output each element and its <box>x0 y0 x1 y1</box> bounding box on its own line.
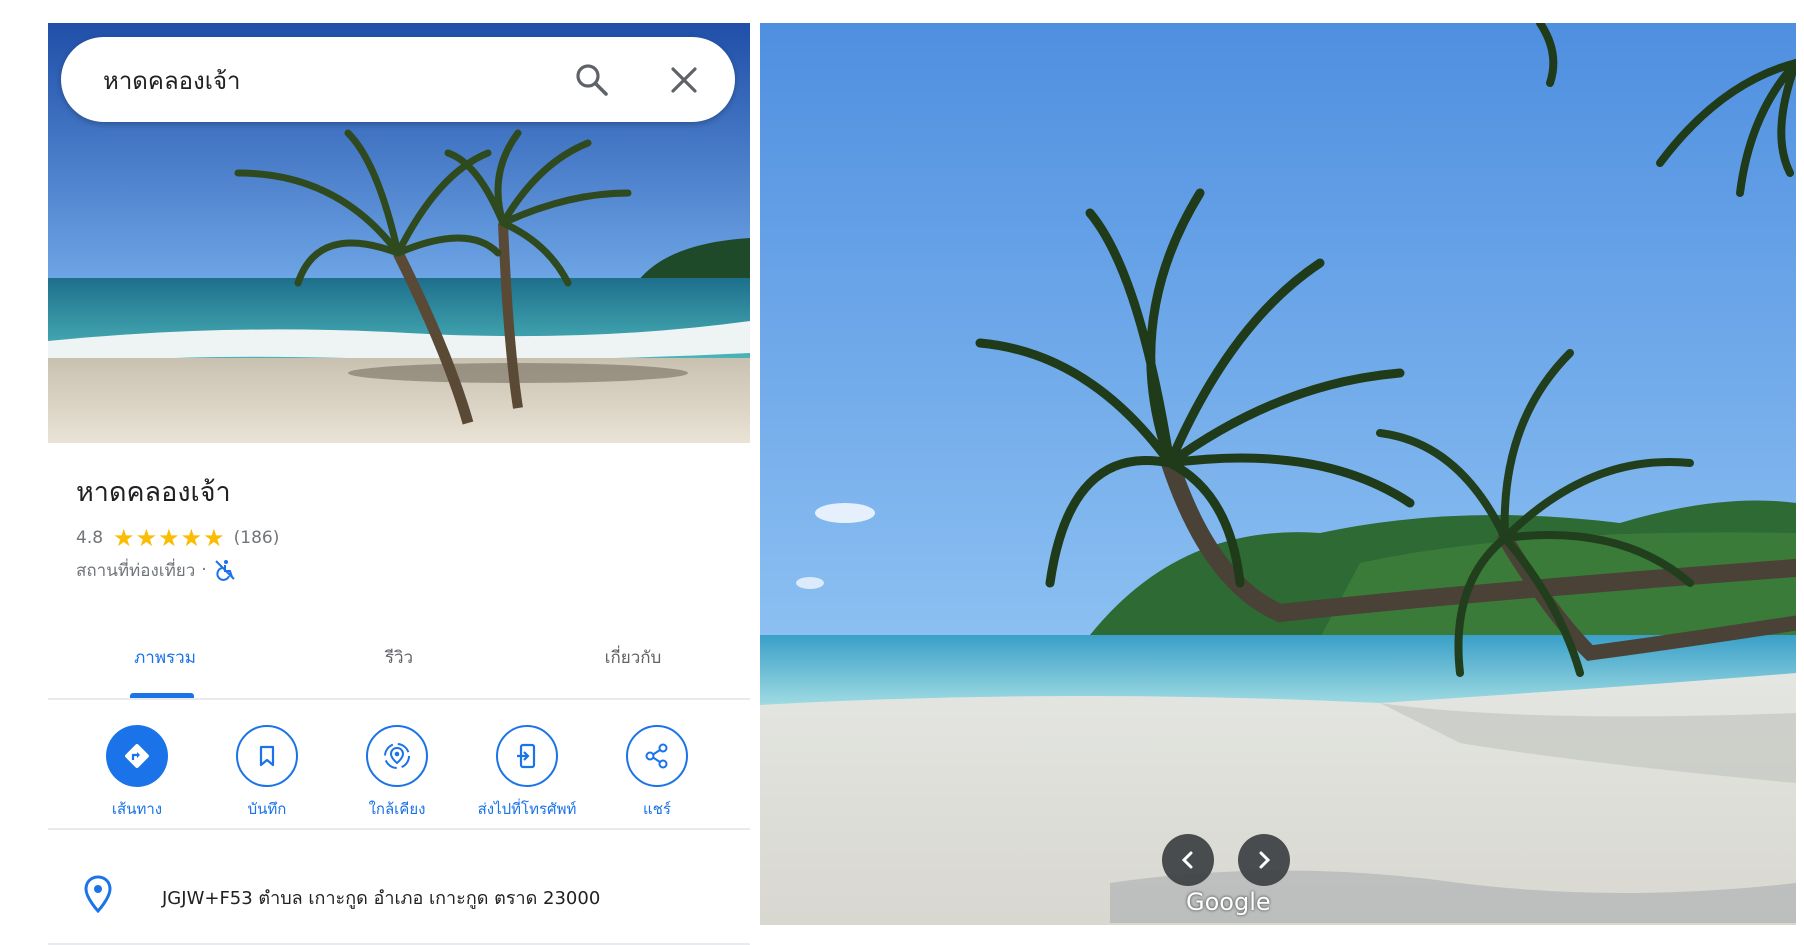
share-button[interactable]: แชร์ <box>592 725 722 821</box>
category-row: สถานที่ท่องเที่ยว · <box>76 555 237 585</box>
share-icon <box>626 725 688 787</box>
search-icon[interactable] <box>573 61 611 99</box>
photo-viewer[interactable]: Google <box>760 23 1796 925</box>
place-tabs: ภาพรวม รีวิว เกี่ยวกับ <box>48 618 750 700</box>
tab-overview[interactable]: ภาพรวม <box>48 618 282 698</box>
location-pin-icon <box>84 875 112 913</box>
chevron-left-icon <box>1181 851 1193 869</box>
address-row[interactable]: JGJW+F53 ตำบล เกาะกูด อำเภอ เกาะกูด ตราด… <box>48 833 750 945</box>
chevron-right-icon <box>1259 851 1271 869</box>
send-to-phone-icon <box>496 725 558 787</box>
rating-value: 4.8 <box>76 528 104 548</box>
tab-reviews[interactable]: รีวิว <box>282 618 516 698</box>
nearby-label: ใกล้เคียง <box>368 800 426 818</box>
save-button[interactable]: บันทึก <box>202 725 332 821</box>
send-to-phone-button[interactable]: ส่งไปที่โทรศัพท์ <box>462 725 592 821</box>
send-to-phone-label: ส่งไปที่โทรศัพท์ <box>477 800 577 818</box>
address-text: JGJW+F53 ตำบล เกาะกูด อำเภอ เกาะกูด ตราด… <box>162 888 601 909</box>
share-label: แชร์ <box>643 800 671 818</box>
no-wheelchair-access-icon[interactable] <box>213 558 237 582</box>
action-buttons: เส้นทาง บันทึก ใกล้เคียง ส่งไปที่โทรศัพท… <box>48 708 750 830</box>
directions-icon <box>106 725 168 787</box>
nearby-button[interactable]: ใกล้เคียง <box>332 725 462 821</box>
directions-label: เส้นทาง <box>111 800 163 818</box>
nearby-icon <box>366 725 428 787</box>
save-label: บันทึก <box>247 800 287 818</box>
previous-photo-button[interactable] <box>1162 834 1214 886</box>
close-icon[interactable] <box>668 64 700 96</box>
bookmark-icon <box>236 725 298 787</box>
place-title: หาดคลองเจ้า <box>76 477 231 508</box>
review-count[interactable]: (186) <box>234 528 280 548</box>
star-rating[interactable]: ★★★★★ <box>113 524 226 552</box>
beach-photo-large <box>760 23 1796 925</box>
active-tab-indicator <box>130 693 194 698</box>
tab-about[interactable]: เกี่ยวกับ <box>516 618 750 698</box>
rating-row: 4.8 ★★★★★ (186) <box>76 523 279 553</box>
google-watermark: Google <box>1186 888 1271 916</box>
category-separator: · <box>201 560 207 580</box>
search-box <box>61 37 735 122</box>
place-panel: หาดคลองเจ้า 4.8 ★★★★★ (186) สถานที่ท่องเ… <box>48 23 750 945</box>
directions-button[interactable]: เส้นทาง <box>72 725 202 821</box>
place-category[interactable]: สถานที่ท่องเที่ยว <box>76 557 195 584</box>
search-input[interactable] <box>101 61 545 99</box>
next-photo-button[interactable] <box>1238 834 1290 886</box>
place-hero-photo[interactable] <box>48 23 750 443</box>
